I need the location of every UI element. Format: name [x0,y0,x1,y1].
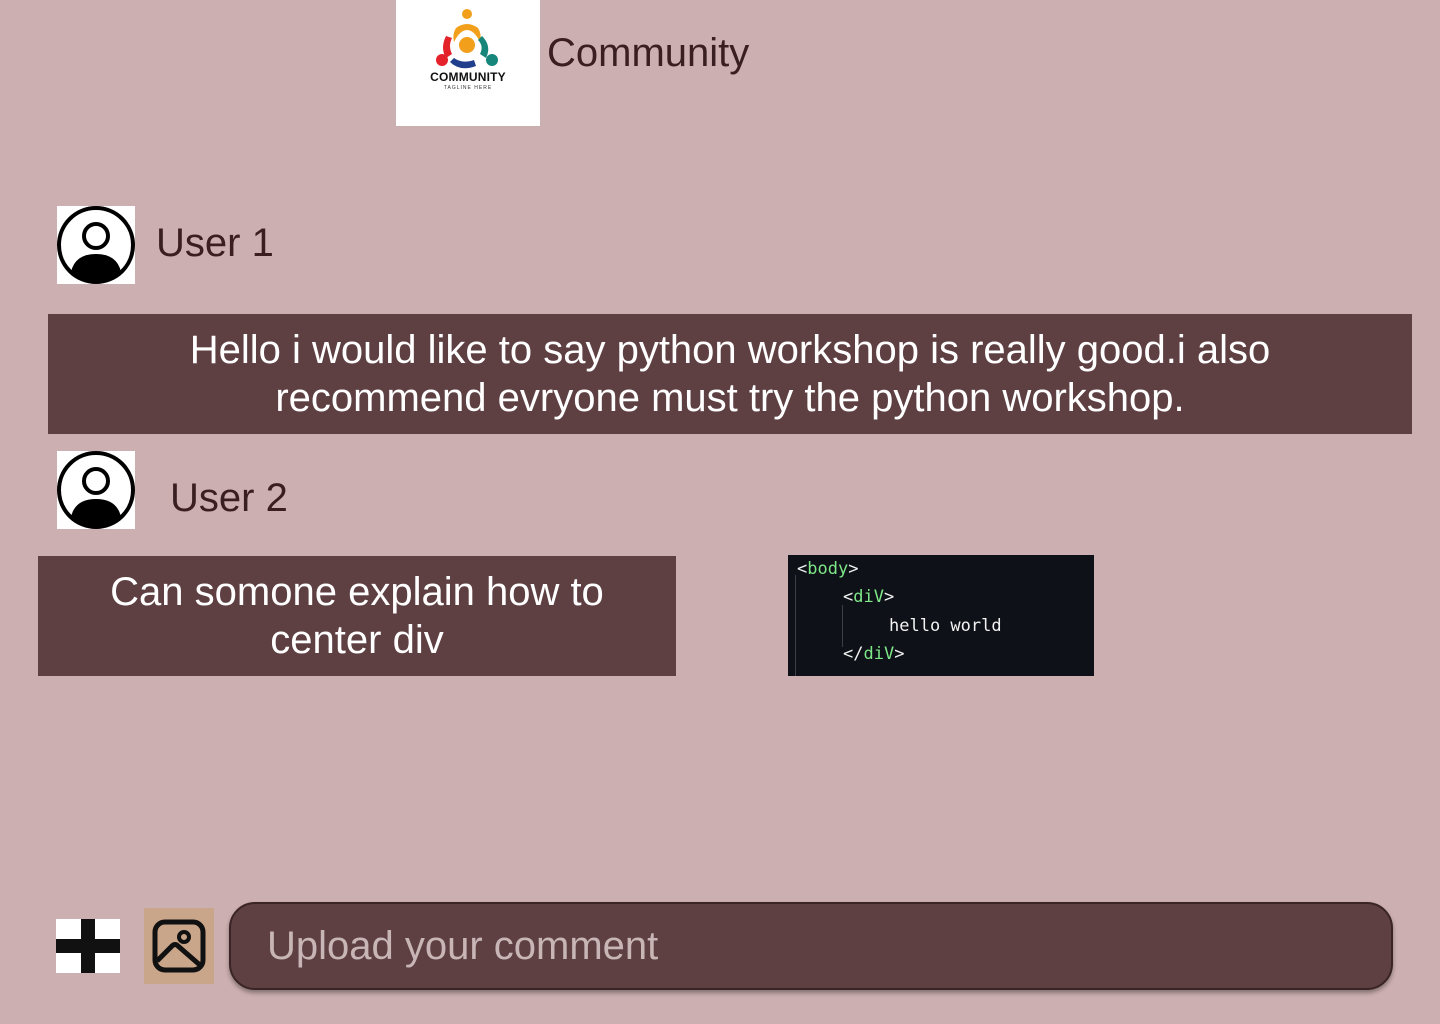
user-avatar-icon [57,206,135,284]
community-logo: COMMUNITY TAGLINE HERE [396,0,540,126]
user-2-message: Can somone explain how to center div [38,556,676,676]
community-logo-icon [436,9,498,69]
code-line-text: hello world [889,616,1002,636]
upload-image-button[interactable] [144,908,214,984]
logo-wordmark: COMMUNITY [430,70,506,84]
user-2-avatar[interactable] [57,451,135,529]
plus-icon [56,919,120,973]
user-1-name[interactable]: User 1 [156,218,274,268]
code-line-div-close: </diV> [843,644,905,664]
code-snippet-image[interactable]: <body> <diV> hello world </diV> [788,555,1094,676]
add-button[interactable] [56,919,120,973]
comment-input[interactable] [229,902,1393,990]
user-1-avatar[interactable] [57,206,135,284]
logo-tagline: TAGLINE HERE [443,85,493,91]
user-1-message: Hello i would like to say python worksho… [48,314,1412,434]
page-title: Community [547,31,750,75]
indent-guide [842,605,843,647]
user-avatar-icon [57,451,135,529]
indent-guide [795,575,796,676]
code-line-body-open: <body> [797,559,859,579]
code-line-div-open: <diV> [843,587,895,607]
image-icon [152,919,206,973]
user-2-name[interactable]: User 2 [170,473,288,523]
